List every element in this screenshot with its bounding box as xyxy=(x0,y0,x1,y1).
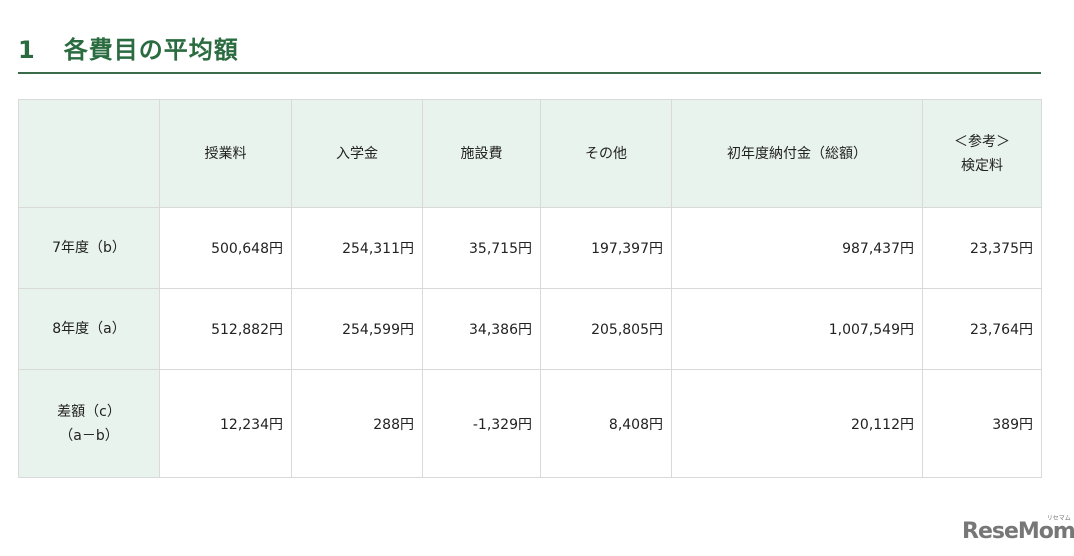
col-header: その他 xyxy=(540,99,672,208)
cell: 20,112円 xyxy=(671,369,923,478)
row-header: 7年度（b） xyxy=(18,207,160,289)
cell: 8,408円 xyxy=(540,369,672,478)
cell: -1,329円 xyxy=(422,369,541,478)
row-header: 8年度（a） xyxy=(18,288,160,370)
cell: 197,397円 xyxy=(540,207,672,289)
title-underline xyxy=(18,72,1041,74)
col-header: 入学金 xyxy=(291,99,423,208)
table-row: 8年度（a） 512,882円 254,599円 34,386円 205,805… xyxy=(18,288,1042,370)
cell: 35,715円 xyxy=(422,207,541,289)
cell: 500,648円 xyxy=(159,207,292,289)
cell: 12,234円 xyxy=(159,369,292,478)
row-header: 差額（c） （a－b） xyxy=(18,369,160,478)
cell: 23,375円 xyxy=(922,207,1042,289)
cell: 987,437円 xyxy=(671,207,923,289)
col-header: 初年度納付金（総額） xyxy=(671,99,923,208)
cell: 205,805円 xyxy=(540,288,672,370)
table-row: 差額（c） （a－b） 12,234円 288円 -1,329円 8,408円 2… xyxy=(18,369,1042,478)
col-header: 施設費 xyxy=(422,99,541,208)
corner-cell xyxy=(18,99,160,208)
cell: 512,882円 xyxy=(159,288,292,370)
cell: 34,386円 xyxy=(422,288,541,370)
table-row: 7年度（b） 500,648円 254,311円 35,715円 197,397… xyxy=(18,207,1042,289)
cell: 254,599円 xyxy=(291,288,423,370)
fee-table: 授業料 入学金 施設費 その他 初年度納付金（総額） ＜参考＞ 検定料 7年度（b… xyxy=(18,99,1042,478)
cell: 389円 xyxy=(922,369,1042,478)
cell: 1,007,549円 xyxy=(671,288,923,370)
col-header: 授業料 xyxy=(159,99,292,208)
cell: 23,764円 xyxy=(922,288,1042,370)
col-header: ＜参考＞ 検定料 xyxy=(922,99,1042,208)
header-row: 授業料 入学金 施設費 その他 初年度納付金（総額） ＜参考＞ 検定料 xyxy=(18,99,1042,208)
section-title: 1 各費目の平均額 xyxy=(18,36,239,64)
resemom-logo: ReseMom リセマム xyxy=(962,515,1074,544)
cell: 288円 xyxy=(291,369,423,478)
cell: 254,311円 xyxy=(291,207,423,289)
